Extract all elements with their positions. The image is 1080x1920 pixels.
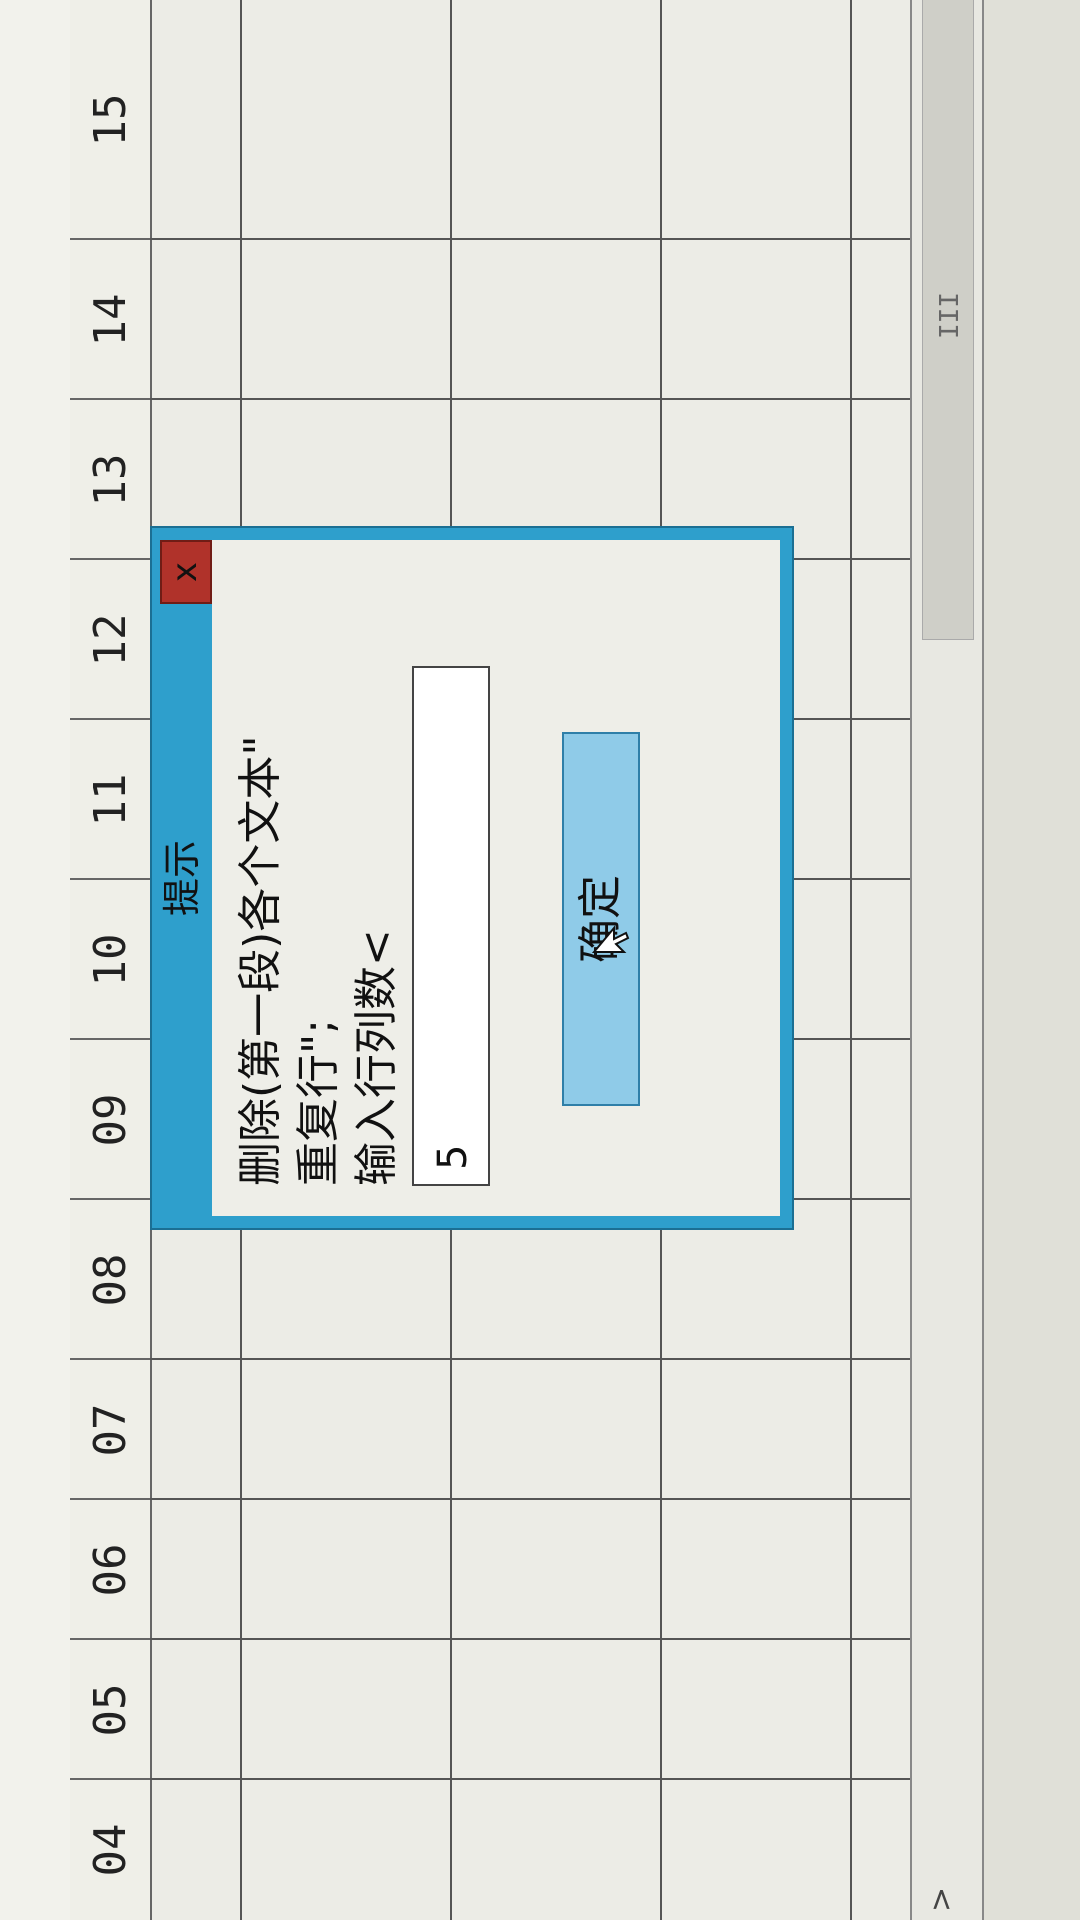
column-header[interactable]: 07 [70, 1358, 150, 1500]
screen: 04 05 06 07 08 09 10 11 12 13 14 15 > II… [0, 0, 1080, 1920]
photo-frame: 04 05 06 07 08 09 10 11 12 13 14 15 > II… [0, 0, 1080, 1920]
close-button[interactable]: x [160, 540, 212, 604]
dialog-message: 删除(第一段)各个文本" 重复行"; 输入行列数< [232, 566, 406, 1186]
column-header[interactable]: 06 [70, 1498, 150, 1640]
message-line: 删除(第一段)各个文本" [235, 735, 286, 1186]
column-header[interactable]: 14 [70, 238, 150, 400]
column-header[interactable]: 11 [70, 718, 150, 880]
column-header-row: 04 05 06 07 08 09 10 11 12 13 14 15 [70, 0, 152, 1920]
prompt-dialog: 提示 x 删除(第一段)各个文本" 重复行"; 输入行列数< 5 确定 [150, 526, 794, 1230]
scroll-left-arrow-icon[interactable]: > [924, 1887, 959, 1912]
column-header[interactable]: 05 [70, 1638, 150, 1780]
sheet-lower-area [982, 0, 1080, 1920]
scrollbar-thumb[interactable]: III [922, 0, 974, 640]
grid-line [150, 238, 910, 240]
column-header[interactable]: 12 [70, 558, 150, 720]
grip-icon: III [935, 292, 965, 339]
grid-line [150, 1358, 910, 1360]
grid-line [150, 1638, 910, 1640]
dialog-titlebar[interactable]: 提示 x [152, 528, 212, 1228]
horizontal-scrollbar[interactable]: > III [910, 0, 984, 1920]
column-header[interactable]: 09 [70, 1038, 150, 1200]
dialog-title: 提示 [160, 840, 204, 917]
dialog-body: 删除(第一段)各个文本" 重复行"; 输入行列数< 5 确定 [212, 540, 780, 1216]
grid-line [150, 1498, 910, 1500]
column-header[interactable]: 08 [70, 1198, 150, 1360]
grid-line [150, 398, 910, 400]
column-header[interactable]: 04 [70, 1778, 150, 1920]
column-header[interactable]: 10 [70, 878, 150, 1040]
mouse-pointer-icon [592, 925, 630, 953]
sheet-top-strip [0, 0, 72, 1920]
row-count-input[interactable]: 5 [412, 666, 490, 1186]
message-line: 重复行"; [293, 1018, 344, 1186]
column-header[interactable]: 13 [70, 398, 150, 560]
message-line: 输入行列数< [351, 929, 402, 1186]
grid-line [150, 1778, 910, 1780]
grid-line [850, 0, 852, 1920]
column-header[interactable]: 15 [70, 0, 150, 240]
